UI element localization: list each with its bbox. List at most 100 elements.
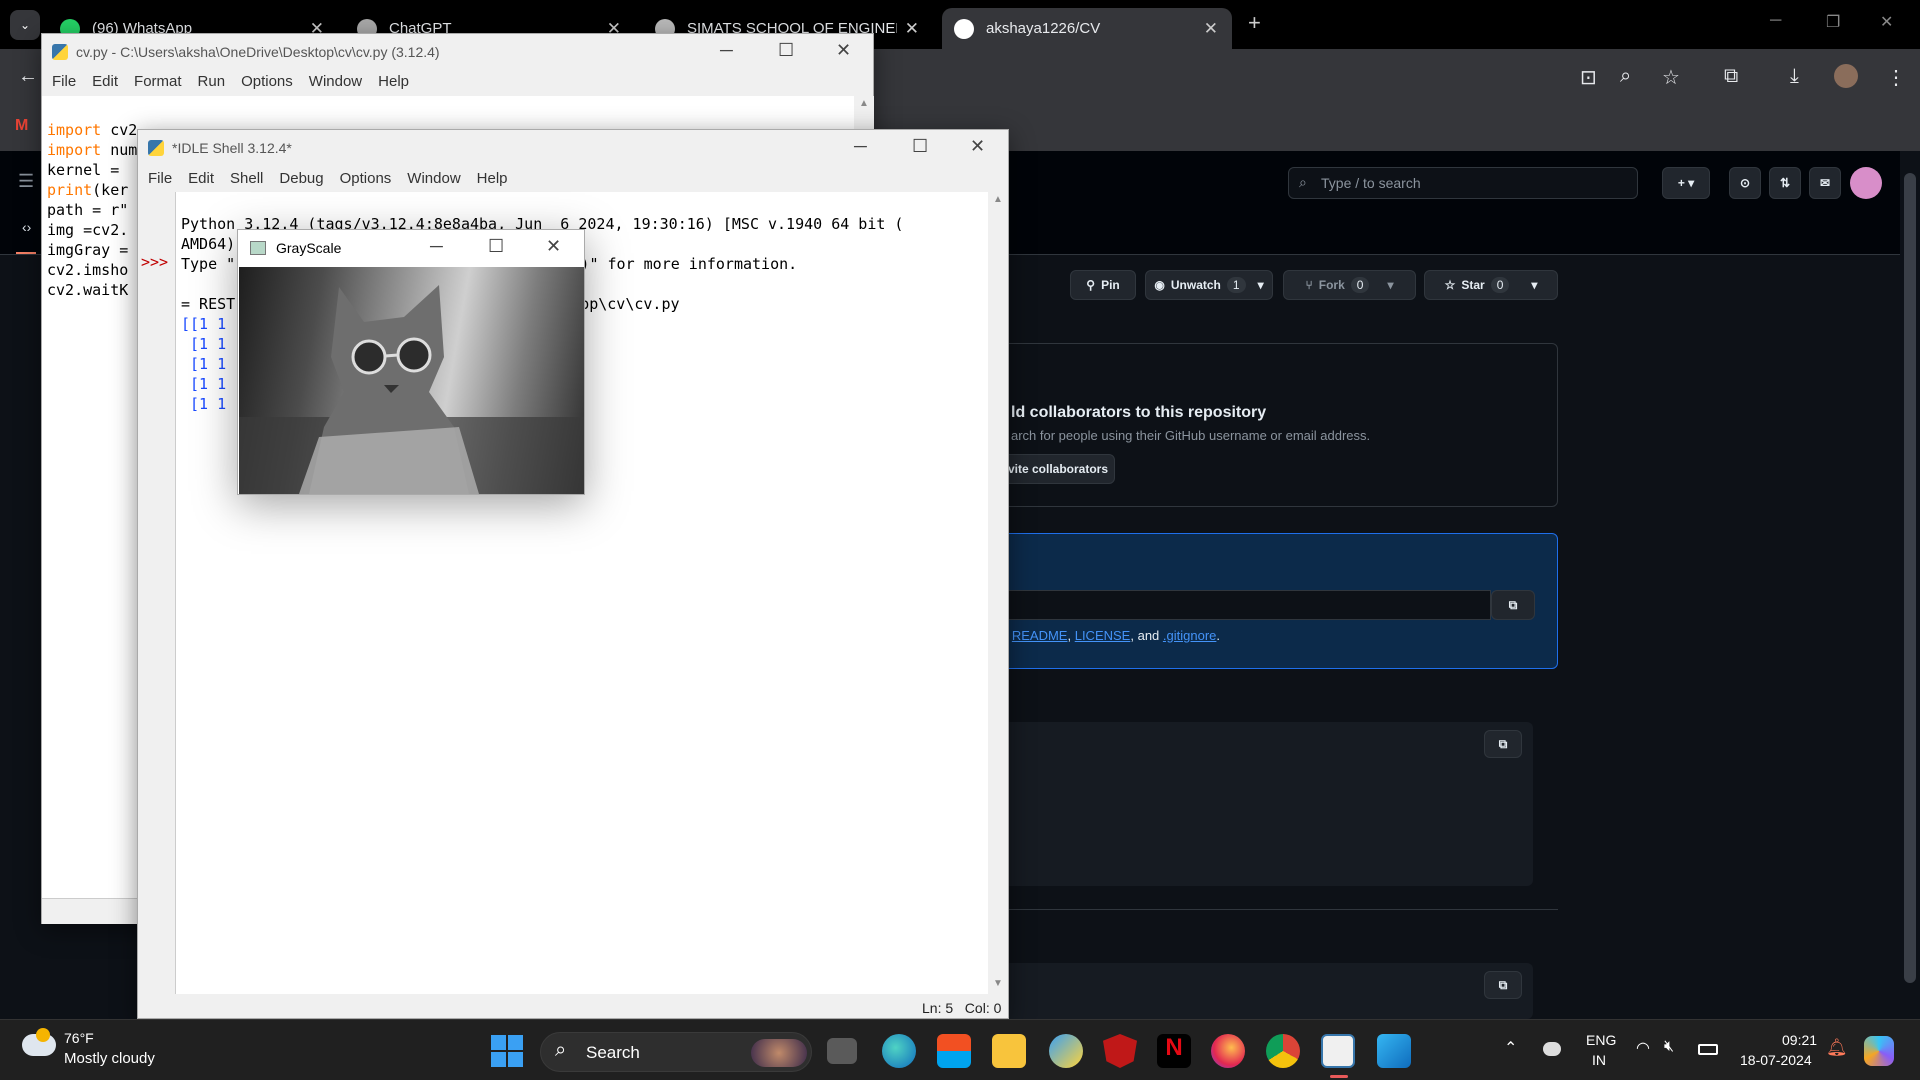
- menu-shell[interactable]: Shell: [222, 170, 271, 187]
- unwatch-button[interactable]: ◉ Unwatch 1 ▾: [1145, 270, 1273, 300]
- photos-icon[interactable]: [1377, 1034, 1411, 1068]
- avatar[interactable]: [1834, 64, 1858, 88]
- copy-icon[interactable]: ⧉: [1491, 590, 1535, 620]
- create-new-button[interactable]: + ▾: [1662, 167, 1710, 199]
- clock-date[interactable]: 18-07-2024: [1740, 1052, 1812, 1068]
- gmail-icon[interactable]: M: [15, 117, 28, 135]
- minimize-icon[interactable]: ─: [430, 236, 443, 257]
- shell-scrollbar[interactable]: ▲ ▼: [988, 192, 1008, 994]
- mcafee-icon[interactable]: [1103, 1034, 1137, 1068]
- task-view-icon[interactable]: [827, 1038, 857, 1064]
- close-icon[interactable]: ✕: [905, 19, 919, 39]
- scroll-up-icon[interactable]: ▲: [993, 194, 1003, 205]
- idle-icon[interactable]: [1321, 1034, 1355, 1068]
- lang-line-1[interactable]: ENG: [1586, 1032, 1616, 1048]
- wifi-icon[interactable]: ◠: [1636, 1038, 1650, 1058]
- editor-titlebar[interactable]: cv.py - C:\Users\aksha\OneDrive\Desktop\…: [42, 34, 873, 70]
- copilot-icon[interactable]: [1864, 1036, 1894, 1066]
- minimize-icon[interactable]: ─: [1770, 12, 1781, 30]
- extensions-icon[interactable]: ⧉: [1724, 65, 1738, 88]
- eye-icon: ◉: [1154, 278, 1165, 292]
- menu-window[interactable]: Window: [399, 170, 468, 187]
- restore-icon[interactable]: ❐: [1826, 12, 1840, 32]
- invite-collaborators-button[interactable]: vite collaborators: [1001, 454, 1115, 484]
- menu-help[interactable]: Help: [469, 170, 516, 187]
- code-tab-icon[interactable]: ‹›: [22, 219, 31, 235]
- grayscale-titlebar[interactable]: GrayScale ─ ☐ ✕: [238, 230, 584, 266]
- lang-line-2[interactable]: IN: [1592, 1052, 1606, 1068]
- star-button[interactable]: ☆ Star 0 ▾: [1424, 270, 1558, 300]
- copy-icon[interactable]: ⧉: [1484, 971, 1522, 999]
- weather-widget[interactable]: 76°F Mostly cloudy: [20, 1028, 180, 1072]
- search-icon: ⌕: [1299, 174, 1307, 190]
- tab-search-button[interactable]: ⌄: [10, 10, 40, 40]
- install-icon[interactable]: ⊡: [1580, 65, 1597, 90]
- menu-options[interactable]: Options: [233, 73, 301, 90]
- windows-logo-icon: [508, 1052, 523, 1067]
- menu-run[interactable]: Run: [190, 73, 234, 90]
- security-status-icon[interactable]: [1543, 1042, 1561, 1056]
- menu-debug[interactable]: Debug: [271, 170, 331, 187]
- page-scrollbar[interactable]: [1900, 151, 1920, 1019]
- grayscale-window[interactable]: GrayScale ─ ☐ ✕: [237, 229, 585, 495]
- gitignore-link[interactable]: .gitignore: [1163, 628, 1216, 643]
- minimize-icon[interactable]: ─: [720, 40, 733, 61]
- netflix-icon[interactable]: N: [1157, 1034, 1191, 1068]
- search-input[interactable]: ⌕ Type / to search: [1288, 167, 1638, 199]
- download-icon[interactable]: ⤓: [1790, 65, 1799, 88]
- chevron-up-icon[interactable]: ⌃: [1504, 1038, 1517, 1058]
- chrome-icon[interactable]: [1266, 1034, 1300, 1068]
- star-icon[interactable]: ☆: [1662, 65, 1680, 90]
- start-button[interactable]: [491, 1035, 523, 1067]
- scroll-thumb[interactable]: [1904, 173, 1916, 983]
- clock-time[interactable]: 09:21: [1782, 1032, 1817, 1048]
- edge-icon[interactable]: [882, 1034, 916, 1068]
- user-avatar[interactable]: [1850, 167, 1882, 199]
- browser-tab-github[interactable]: akshaya1226/CV ✕: [942, 8, 1232, 49]
- close-icon[interactable]: ✕: [1204, 19, 1218, 39]
- menu-options[interactable]: Options: [332, 170, 400, 187]
- zoom-icon[interactable]: ⌕: [1620, 65, 1631, 88]
- notification-bell-icon[interactable]: 🔔︎: [1826, 1038, 1848, 1058]
- close-icon[interactable]: ✕: [836, 40, 851, 61]
- hamburger-icon[interactable]: ☰: [18, 171, 34, 192]
- menu-edit[interactable]: Edit: [180, 170, 222, 187]
- maximize-icon[interactable]: ☐: [778, 40, 794, 61]
- taskbar-search[interactable]: ⌕ Search: [540, 1032, 812, 1072]
- new-tab-button[interactable]: +: [1248, 10, 1261, 36]
- clone-url-field[interactable]: [961, 590, 1491, 620]
- back-arrow-icon[interactable]: ←: [18, 65, 38, 88]
- pin-button[interactable]: ⚲ Pin: [1070, 270, 1136, 300]
- close-icon[interactable]: ✕: [970, 136, 985, 157]
- volume-muted-icon[interactable]: 🔇︎: [1664, 1038, 1674, 1056]
- firefox-icon[interactable]: [1211, 1034, 1245, 1068]
- file-explorer-icon[interactable]: [992, 1034, 1026, 1068]
- store-icon[interactable]: [937, 1034, 971, 1068]
- fork-button[interactable]: ⑂ Fork 0 ▾: [1283, 270, 1416, 300]
- shell-titlebar[interactable]: *IDLE Shell 3.12.4* ─ ☐ ✕: [138, 130, 1008, 166]
- more-menu-icon[interactable]: ⋮: [1886, 65, 1906, 90]
- windows-logo-icon: [491, 1035, 506, 1050]
- scroll-up-icon[interactable]: ▲: [859, 98, 869, 109]
- battery-icon[interactable]: [1698, 1044, 1718, 1055]
- minimize-icon[interactable]: ─: [854, 136, 867, 157]
- license-link[interactable]: LICENSE: [1075, 628, 1131, 643]
- menu-format[interactable]: Format: [126, 73, 190, 90]
- close-icon[interactable]: ✕: [1880, 12, 1893, 32]
- maximize-icon[interactable]: ☐: [912, 136, 928, 157]
- copy-icon[interactable]: ⧉: [1484, 730, 1522, 758]
- maximize-icon[interactable]: ☐: [488, 236, 504, 257]
- menu-file[interactable]: File: [44, 73, 84, 90]
- collab-heading: ld collaborators to this repository: [1011, 404, 1267, 421]
- readme-link[interactable]: README: [1012, 628, 1068, 643]
- python-app-icon[interactable]: [1049, 1034, 1083, 1068]
- menu-file[interactable]: File: [140, 170, 180, 187]
- scroll-down-icon[interactable]: ▼: [993, 978, 1003, 989]
- inbox-icon[interactable]: ✉: [1809, 167, 1841, 199]
- menu-edit[interactable]: Edit: [84, 73, 126, 90]
- pull-requests-icon[interactable]: ⇅: [1769, 167, 1801, 199]
- menu-help[interactable]: Help: [370, 73, 417, 90]
- issues-icon[interactable]: ⊙: [1729, 167, 1761, 199]
- menu-window[interactable]: Window: [301, 73, 370, 90]
- close-icon[interactable]: ✕: [546, 236, 561, 257]
